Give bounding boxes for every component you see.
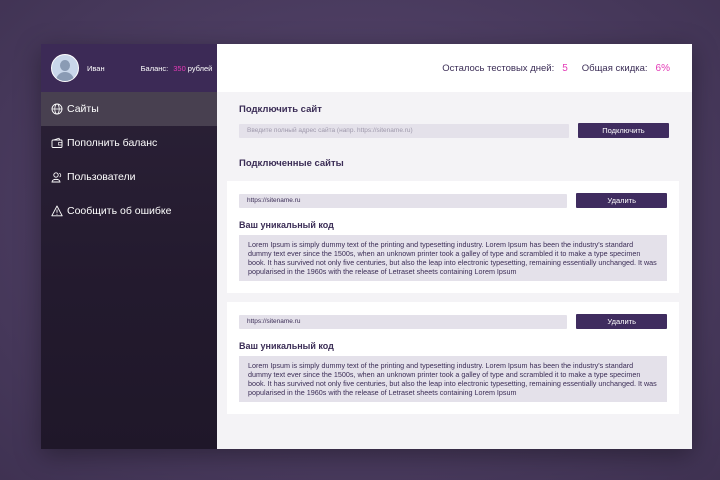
content-area: Подключить сайт Введите полный адрес сай…	[217, 92, 692, 449]
discount-value: 6%	[655, 62, 670, 74]
sidebar-item-top-up[interactable]: Пополнить баланс	[41, 126, 217, 160]
app-window: Иван Баланс: 350 рублей Сайты Пополнить …	[41, 44, 692, 449]
connected-sites-title: Подключенные сайты	[239, 158, 344, 169]
trial-days-label: Осталось тестовых дней:	[442, 62, 555, 74]
warning-icon	[51, 205, 63, 217]
connect-button[interactable]: Подключить	[578, 123, 669, 138]
site-url-field[interactable]: https://sitename.ru	[239, 314, 568, 329]
balance-value: 350	[173, 63, 186, 73]
globe-icon	[51, 103, 63, 115]
balance-label: Баланс:	[140, 63, 169, 73]
sidebar-item-users[interactable]: Пользователи	[41, 160, 217, 194]
avatar-body	[56, 72, 74, 81]
discount-label: Общая скидка:	[581, 62, 648, 74]
site-card-row: https://sitename.ru Удалить	[239, 193, 667, 208]
profile-header: Иван Баланс: 350 рублей	[41, 44, 217, 92]
unique-code-box[interactable]: Lorem Ipsum is simply dummy text of the …	[239, 356, 667, 402]
site-url-field[interactable]: https://sitename.ru	[239, 193, 568, 208]
sidebar-item-sites[interactable]: Сайты	[41, 92, 217, 126]
unique-code-title: Ваш уникальный код	[239, 220, 334, 230]
users-icon	[51, 171, 63, 183]
site-card: https://sitename.ru Удалить Ваш уникальн…	[227, 181, 679, 293]
avatar-head	[60, 60, 70, 71]
unique-code-title: Ваш уникальный код	[239, 341, 334, 351]
connect-site-title: Подключить сайт	[239, 104, 322, 115]
sidebar-item-label: Сообщить об ошибке	[67, 205, 172, 217]
sidebar-item-label: Пользователи	[67, 171, 136, 183]
top-bar: Осталось тестовых дней: 5 Общая скидка: …	[217, 44, 692, 92]
sidebar-item-label: Пополнить баланс	[67, 137, 158, 149]
trial-days-value: 5	[562, 62, 568, 74]
site-card: https://sitename.ru Удалить Ваш уникальн…	[227, 302, 679, 414]
site-card-row: https://sitename.ru Удалить	[239, 314, 667, 329]
balance-unit: рублей	[187, 63, 213, 73]
connect-site-row: Введите полный адрес сайта (напр. https:…	[239, 123, 670, 138]
delete-button[interactable]: Удалить	[576, 193, 667, 208]
avatar[interactable]	[51, 54, 79, 82]
sidebar-item-report-bug[interactable]: Сообщить об ошибке	[41, 194, 217, 228]
delete-button[interactable]: Удалить	[576, 314, 667, 329]
sidebar: Иван Баланс: 350 рублей Сайты Пополнить …	[41, 44, 217, 449]
wallet-icon	[51, 137, 63, 149]
sidebar-item-label: Сайты	[67, 103, 99, 115]
unique-code-box[interactable]: Lorem Ipsum is simply dummy text of the …	[239, 235, 667, 281]
site-url-input[interactable]: Введите полный адрес сайта (напр. https:…	[239, 123, 569, 138]
user-name: Иван	[87, 63, 105, 73]
main-panel: Осталось тестовых дней: 5 Общая скидка: …	[217, 44, 692, 449]
